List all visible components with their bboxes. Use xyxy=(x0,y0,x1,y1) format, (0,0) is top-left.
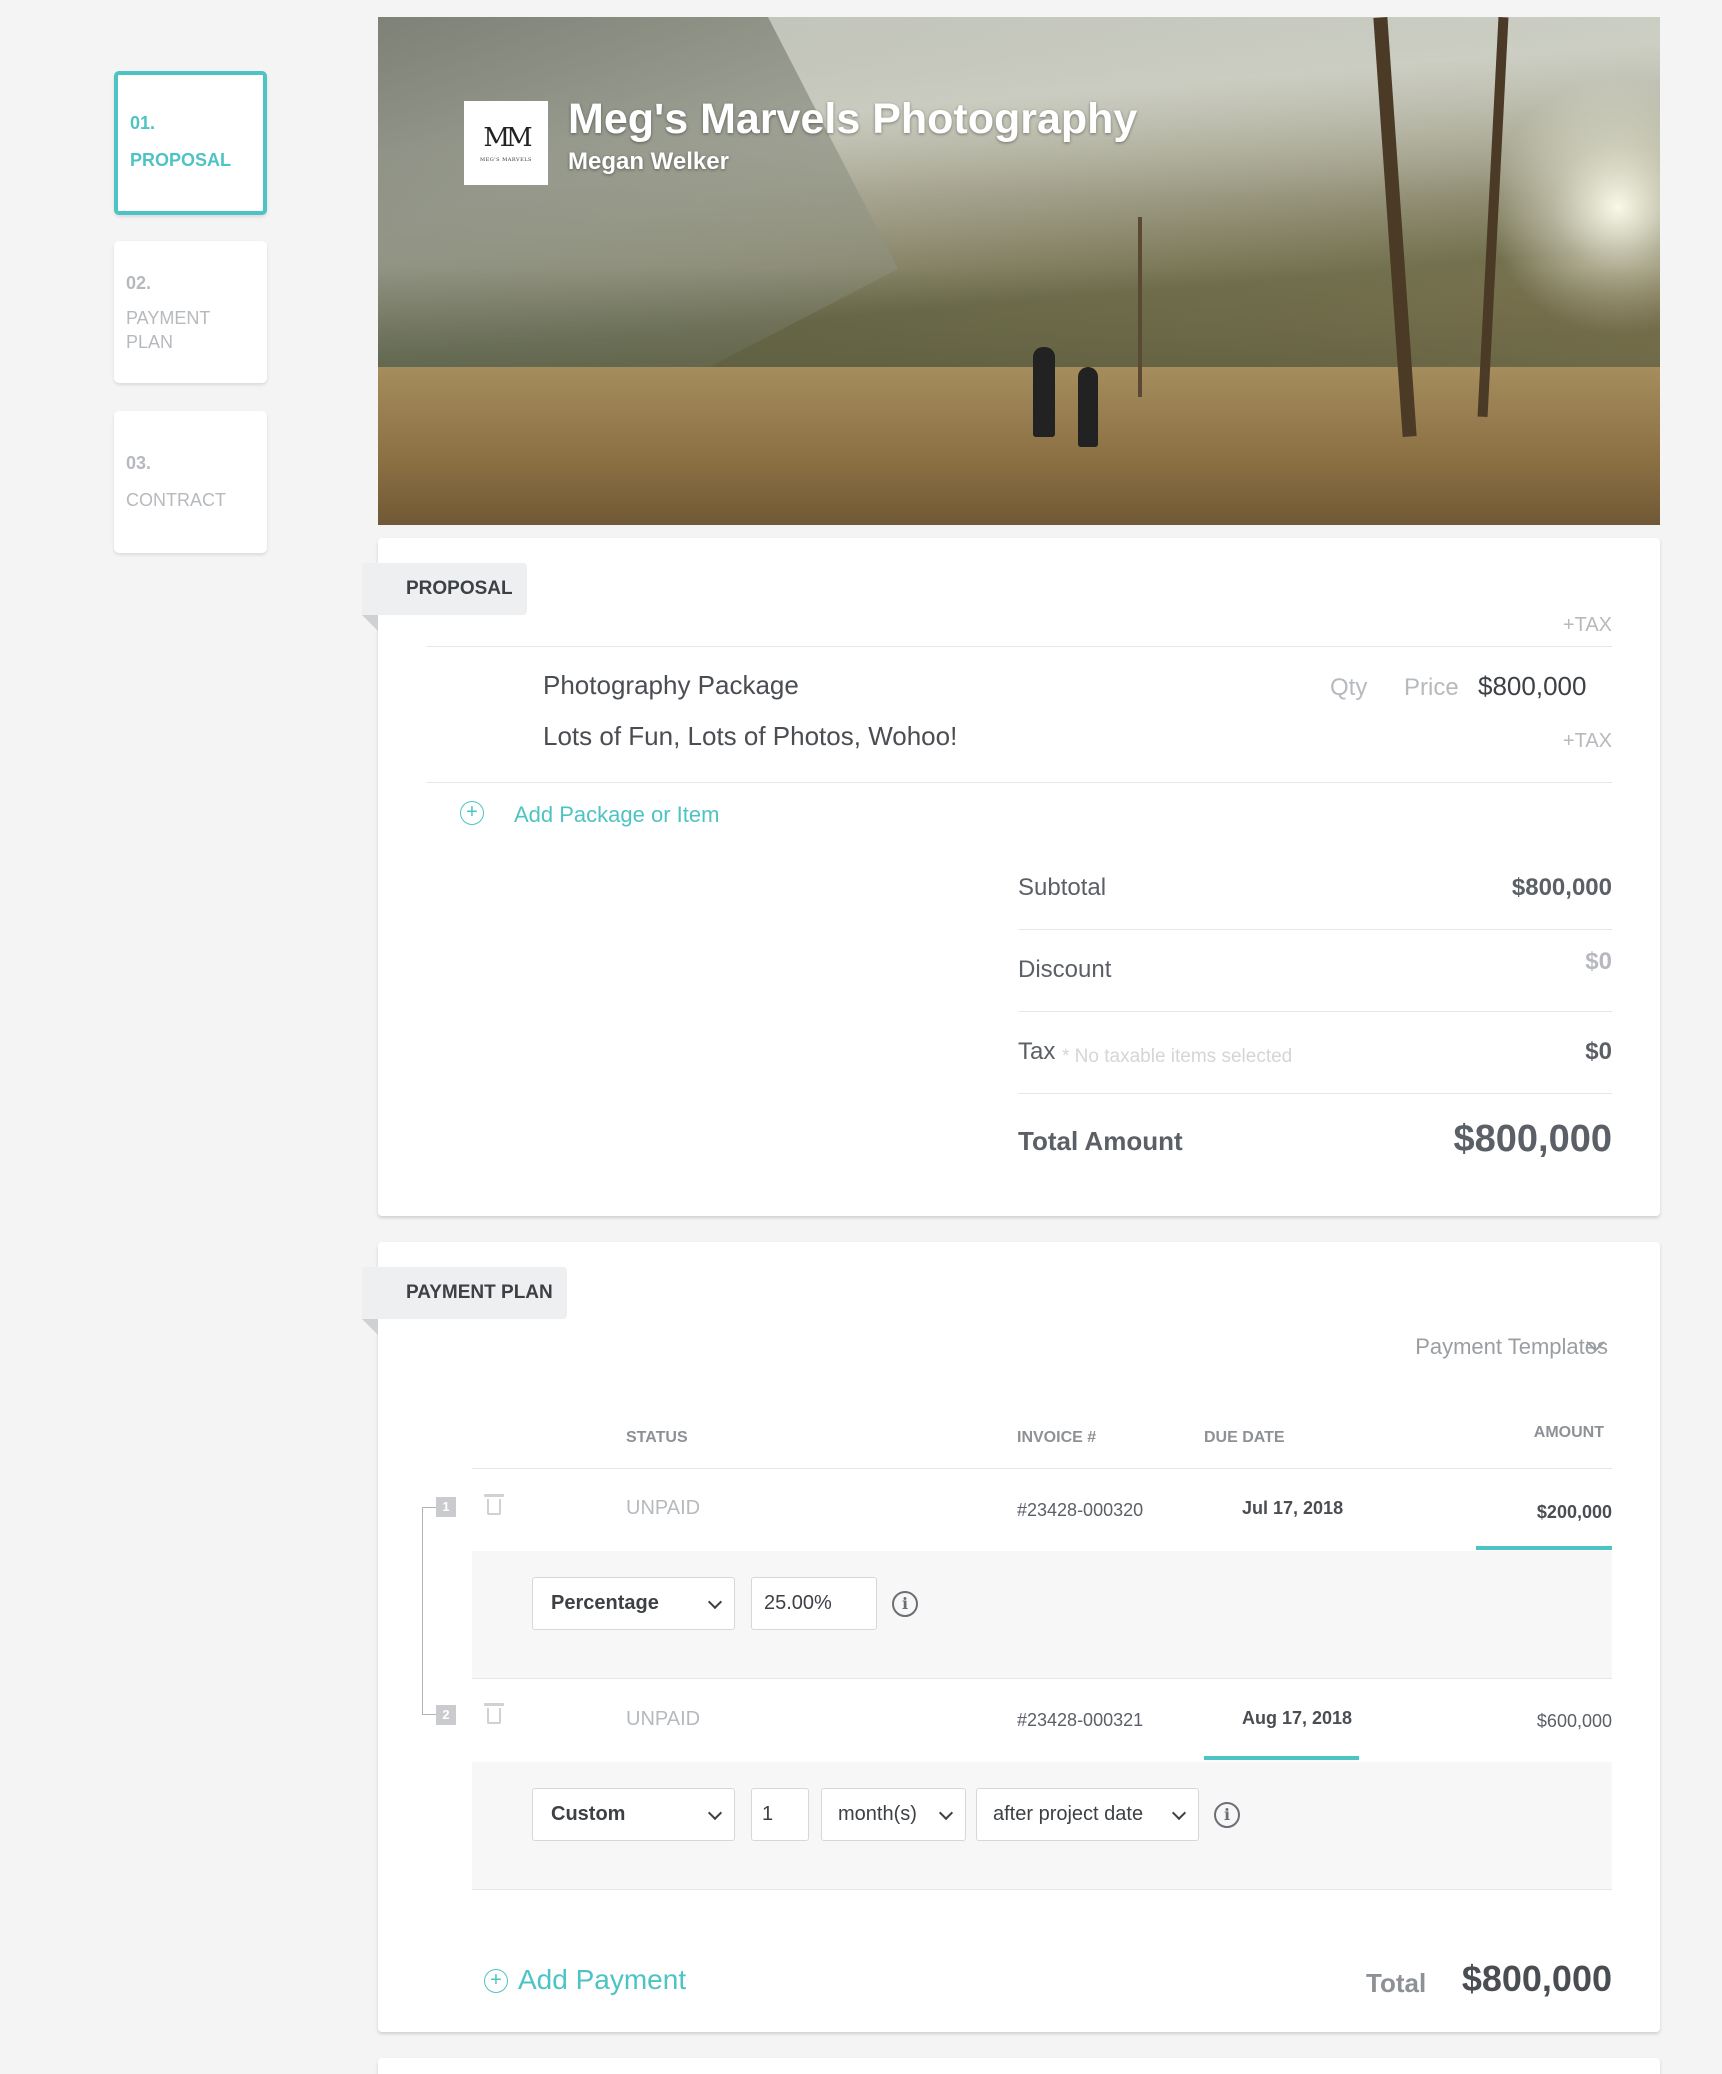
payment-amount[interactable]: $200,000 xyxy=(1537,1502,1612,1523)
payment-invoice[interactable]: #23428-000320 xyxy=(1017,1500,1143,1521)
price-label: Price xyxy=(1404,674,1459,701)
step-label: PAYMENT xyxy=(126,308,211,328)
hero-person xyxy=(1078,367,1098,447)
due-date-active-underline xyxy=(1204,1756,1359,1760)
payment-type-value: Percentage xyxy=(551,1592,659,1614)
price-input[interactable]: $800,000 xyxy=(1478,668,1602,704)
total-amount-label: Total Amount xyxy=(1018,1126,1183,1156)
business-logo: MM MEG'S MARVELS xyxy=(464,101,548,185)
payment-index-badge: 1 xyxy=(436,1497,456,1517)
percentage-input[interactable]: 25.00% xyxy=(751,1577,877,1630)
add-package-button[interactable]: Add Package or Item xyxy=(514,802,719,828)
payment-due-date: Jul 17, 2018 xyxy=(1242,1498,1344,1518)
step-label-line2: PLAN xyxy=(126,332,174,352)
payment-connector xyxy=(422,1507,436,1715)
payment-due-date[interactable]: Aug 17, 2018 xyxy=(1242,1708,1352,1729)
payment-type-value: Custom xyxy=(551,1803,626,1825)
divider xyxy=(426,782,1612,783)
info-icon[interactable]: i xyxy=(1214,1802,1240,1828)
payment-total-value: $800,000 xyxy=(1461,1958,1612,1999)
payment-status: UNPAID xyxy=(626,1497,701,1519)
subtotal-value: $800,000 xyxy=(1511,874,1612,901)
step-number: 03. xyxy=(126,453,152,473)
step-label: CONTRACT xyxy=(126,490,226,510)
price-value: $800,000 xyxy=(1478,671,1587,701)
logo-monogram: MM xyxy=(483,123,532,153)
column-invoice: INVOICE # xyxy=(1017,1429,1097,1446)
item-tax-toggle[interactable]: +TAX xyxy=(1563,730,1612,753)
step-number: 01. xyxy=(130,113,156,133)
tax-value: $0 xyxy=(1585,1038,1612,1065)
payment-invoice[interactable]: #23428-000321 xyxy=(1017,1710,1143,1731)
hero-meadow xyxy=(378,367,1660,525)
payment-plan-card: PAYMENT PLAN Payment Templates STATUS IN… xyxy=(362,1242,1660,2032)
divider xyxy=(472,1468,1612,1469)
chevron-down-icon xyxy=(938,1805,954,1821)
proposal-card: PROPOSAL +TAX Photography Package Lots o… xyxy=(362,538,1660,1216)
discount-value[interactable]: $0 xyxy=(1585,948,1612,976)
proposal-section-title: PROPOSAL xyxy=(362,563,527,631)
add-circle-icon[interactable]: + xyxy=(460,801,484,825)
payment-total-label: Total xyxy=(1366,1968,1427,1998)
logo-subtext: MEG'S MARVELS xyxy=(480,157,532,163)
step-contract[interactable]: 03. CONTRACT xyxy=(114,411,267,553)
add-circle-icon[interactable]: + xyxy=(484,1969,508,1993)
percentage-value: 25.00% xyxy=(764,1592,832,1614)
payment-settings-panel: Custom 1 month(s) after project date i xyxy=(472,1762,1612,1890)
column-amount: AMOUNT xyxy=(1533,1424,1604,1441)
next-section-card xyxy=(378,2058,1660,2074)
payment-plan-section-title: PAYMENT PLAN xyxy=(362,1267,567,1335)
divider xyxy=(426,646,1612,647)
qty-label: Qty xyxy=(1330,674,1368,701)
interval-count-value: 1 xyxy=(762,1803,774,1825)
relative-to-value: after project date xyxy=(993,1803,1144,1825)
item-name[interactable]: Photography Package xyxy=(543,670,799,701)
business-name: Meg's Marvels Photography xyxy=(568,95,1138,143)
step-proposal[interactable]: 01. PROPOSAL xyxy=(114,71,267,215)
payment-type-select[interactable]: Custom xyxy=(532,1788,735,1841)
trash-icon[interactable] xyxy=(484,1703,504,1724)
amount-active-underline xyxy=(1476,1546,1612,1550)
chevron-down-icon xyxy=(707,1805,723,1821)
divider xyxy=(1018,1011,1612,1012)
add-payment-button[interactable]: Add Payment xyxy=(518,1964,686,1996)
payment-status: UNPAID xyxy=(626,1708,701,1730)
step-payment-plan[interactable]: 02. PAYMENT PLAN xyxy=(114,241,267,383)
step-number: 02. xyxy=(126,273,152,293)
payment-settings-panel: Percentage 25.00% i xyxy=(472,1551,1612,1679)
divider xyxy=(1018,1093,1612,1094)
info-icon[interactable]: i xyxy=(892,1591,918,1617)
payment-templates-label: Payment Templates xyxy=(1415,1334,1608,1359)
payment-type-select[interactable]: Percentage xyxy=(532,1577,735,1630)
chevron-down-icon xyxy=(1171,1805,1187,1821)
tax-label: Tax xyxy=(1018,1038,1056,1065)
column-due-date: DUE DATE xyxy=(1204,1429,1285,1446)
hero-person xyxy=(1033,347,1055,437)
interval-unit-value: month(s) xyxy=(838,1803,917,1825)
discount-label: Discount xyxy=(1018,956,1112,983)
tax-column-header: +TAX xyxy=(1562,614,1612,636)
payment-templates-dropdown[interactable]: Payment Templates xyxy=(1415,1334,1608,1360)
step-label: PROPOSAL xyxy=(130,150,232,170)
interval-count-input[interactable]: 1 xyxy=(751,1788,809,1841)
column-status: STATUS xyxy=(626,1429,688,1446)
total-amount-value: $800,000 xyxy=(1453,1118,1613,1160)
subtotal-label: Subtotal xyxy=(1018,874,1107,901)
item-description[interactable]: Lots of Fun, Lots of Photos, Wohoo! xyxy=(543,721,957,752)
tax-note: * No taxable items selected xyxy=(1062,1046,1293,1067)
payment-amount[interactable]: $600,000 xyxy=(1537,1711,1612,1732)
payment-index-badge: 2 xyxy=(436,1705,456,1725)
owner-name: Megan Welker xyxy=(568,148,729,175)
trash-icon[interactable] xyxy=(484,1494,504,1515)
interval-unit-select[interactable]: month(s) xyxy=(821,1788,966,1841)
divider xyxy=(1018,929,1612,930)
hero-banner: MM MEG'S MARVELS Meg's Marvels Photograp… xyxy=(378,17,1660,525)
chevron-down-icon xyxy=(707,1594,723,1610)
relative-to-select[interactable]: after project date xyxy=(976,1788,1199,1841)
hero-tree-trunk xyxy=(1138,217,1142,397)
